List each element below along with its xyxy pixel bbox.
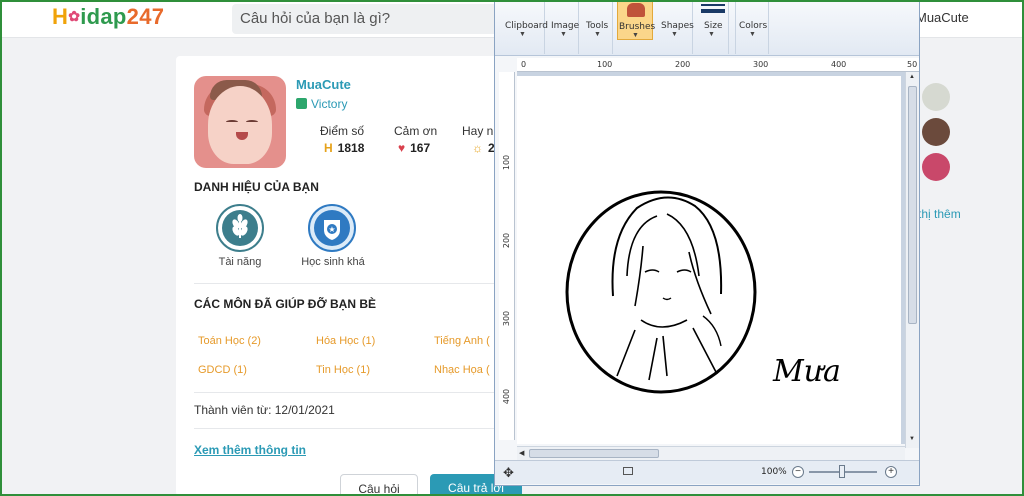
ribbon-group-size[interactable]: Size ▼	[695, 0, 729, 54]
divider	[194, 428, 516, 429]
title-label-good-student: Học sinh khá	[301, 256, 365, 268]
divider	[194, 392, 516, 393]
signature-text: Mưa	[773, 354, 841, 389]
brush-icon	[627, 3, 645, 17]
stat-thanks-label: Cảm ơn	[394, 124, 438, 138]
subject-music-art[interactable]: Nhạc Họa (	[434, 364, 490, 376]
move-cursor-icon: ✥	[503, 465, 514, 480]
subject-chemistry[interactable]: Hóa Học (1)	[316, 335, 375, 347]
rank-icon	[296, 98, 307, 109]
medal-icon: ☼	[472, 141, 483, 155]
zoom-out-button[interactable]: −	[792, 466, 804, 478]
ribbon-group-tools[interactable]: Tools ▼	[581, 0, 613, 54]
follower-avatar[interactable]	[922, 83, 950, 111]
profile-username[interactable]: MuaCute	[296, 77, 351, 92]
search-input[interactable]: Câu hỏi của bạn là gì?	[232, 4, 502, 34]
paint-ribbon: Clipboard ▼ Image ▼ Tools ▼ Brushes ▼ Sh…	[495, 0, 919, 56]
shield-star-icon: ★	[314, 210, 350, 246]
points-icon: H	[324, 141, 333, 155]
rank-badge: Victory	[296, 97, 347, 111]
vertical-scroll-thumb[interactable]	[908, 86, 917, 324]
ruler-vertical: 100 200 300 400	[499, 72, 515, 440]
subject-english[interactable]: Tiếng Anh (	[434, 335, 490, 347]
ribbon-group-colors[interactable]: Colors ▼	[735, 0, 769, 54]
subject-civics[interactable]: GDCD (1)	[198, 364, 247, 376]
questions-tab-button[interactable]: Câu hỏi	[340, 474, 418, 496]
subjects-heading: CÁC MÔN ĐÃ GIÚP ĐỠ BẠN BÈ	[194, 297, 377, 311]
stat-best-label: Hay n	[462, 124, 494, 138]
stat-points: H 1818	[324, 141, 365, 155]
subject-informatics[interactable]: Tin Học (1)	[316, 364, 370, 376]
zoom-level: 100%	[761, 467, 787, 477]
divider	[194, 283, 516, 284]
ribbon-group-shapes[interactable]: Shapes ▼	[657, 0, 694, 54]
canvas-area: Mưa	[517, 72, 905, 444]
follower-avatar[interactable]	[922, 153, 950, 181]
status-bar: ✥ 100% − +	[495, 460, 919, 484]
more-info-link[interactable]: Xem thêm thông tin	[194, 443, 306, 457]
stat-points-label: Điểm số	[320, 124, 365, 138]
follower-avatar[interactable]	[922, 118, 950, 146]
stat-thanks: ♥ 167	[398, 141, 431, 155]
header-username[interactable]: MuaCute	[916, 10, 969, 25]
titles-heading: DANH HIỆU CỦA BẠN	[194, 180, 319, 194]
title-label-talent: Tài năng	[218, 256, 262, 268]
horizontal-scroll-thumb[interactable]	[529, 449, 659, 458]
rank-label: Victory	[311, 97, 348, 111]
stat-best: ☼ 2	[472, 141, 495, 155]
svg-text:★: ★	[328, 225, 335, 234]
brushes-button[interactable]: Brushes ▼	[617, 0, 655, 40]
avatar[interactable]	[194, 76, 286, 168]
paint-window: Clipboard ▼ Image ▼ Tools ▼ Brushes ▼ Sh…	[494, 0, 920, 486]
wheat-icon	[222, 210, 258, 246]
site-logo[interactable]: H✿idap247	[52, 4, 164, 34]
title-badge-talent[interactable]	[216, 204, 264, 252]
vertical-scrollbar[interactable]: ▲ ▼	[905, 72, 919, 448]
heart-icon: ♥	[398, 141, 406, 155]
ruler-horizontal: 0 100 200 300 400 50	[517, 58, 919, 72]
subject-math[interactable]: Toán Học (2)	[198, 335, 261, 347]
member-since: Thành viên từ: 12/01/2021	[194, 403, 335, 417]
zoom-in-button[interactable]: +	[885, 466, 897, 478]
horizontal-scrollbar[interactable]: ◀	[517, 446, 905, 460]
ribbon-group-clipboard[interactable]: Clipboard ▼	[499, 0, 548, 54]
title-badge-good-student[interactable]: ★	[308, 204, 356, 252]
drawing-sketch	[565, 190, 757, 394]
selection-size-icon	[623, 467, 633, 475]
ribbon-group-image[interactable]: Image ▼	[547, 0, 579, 54]
drawing-canvas[interactable]: Mưa	[517, 76, 901, 444]
zoom-slider-thumb[interactable]	[839, 465, 845, 478]
